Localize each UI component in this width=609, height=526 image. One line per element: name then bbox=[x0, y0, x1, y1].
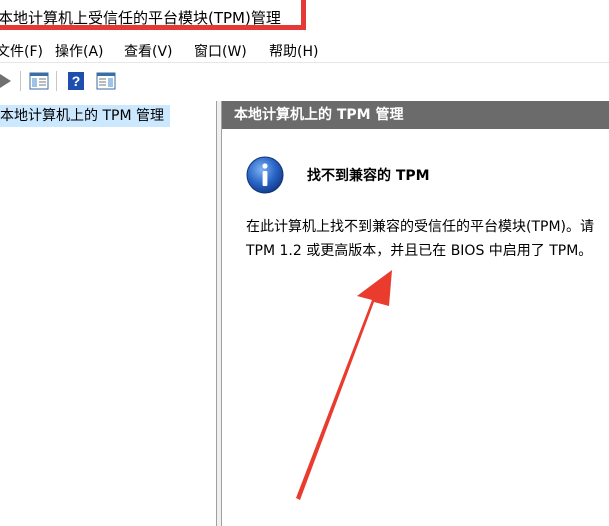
svg-text:?: ? bbox=[72, 73, 81, 89]
forward-icon[interactable] bbox=[0, 70, 16, 92]
tree-item-tpm-management[interactable]: 本地计算机上的 TPM 管理 bbox=[0, 105, 170, 127]
toolbar: ? bbox=[0, 62, 609, 102]
message-title: 找不到兼容的 TPM bbox=[307, 168, 430, 184]
details-pane: 本地计算机上的 TPM 管理 找不到兼容的 TPM 在此计算机上找不到兼容的受信… bbox=[221, 101, 609, 526]
message-text-line-1: 在此计算机上找不到兼容的受信任的平台模块(TPM)。请 bbox=[246, 219, 594, 235]
menu-bar: 文件(F) 操作(A) 查看(V) 窗口(W) 帮助(H) bbox=[0, 38, 609, 62]
message-text-line-2: TPM 1.2 或更高版本，并且已在 BIOS 中启用了 TPM。 bbox=[246, 243, 593, 259]
menu-window[interactable]: 窗口(W) bbox=[194, 41, 247, 61]
info-icon bbox=[245, 155, 285, 195]
menu-action[interactable]: 操作(A) bbox=[55, 41, 104, 61]
details-header: 本地计算机上的 TPM 管理 bbox=[222, 101, 609, 129]
help-icon[interactable]: ? bbox=[65, 70, 87, 92]
toolbar-separator bbox=[20, 71, 21, 91]
menu-help[interactable]: 帮助(H) bbox=[269, 41, 318, 61]
toolbar-separator bbox=[56, 71, 57, 91]
annotation-highlight-box bbox=[0, 0, 306, 30]
console-tree-pane: 本地计算机上的 TPM 管理 bbox=[0, 101, 217, 526]
menu-view[interactable]: 查看(V) bbox=[124, 41, 173, 61]
menu-file[interactable]: 文件(F) bbox=[0, 41, 43, 61]
show-hide-action-pane-icon[interactable] bbox=[95, 70, 117, 92]
show-hide-console-tree-icon[interactable] bbox=[28, 70, 50, 92]
title-bar: 本地计算机上受信任的平台模块(TPM)管理 bbox=[0, 0, 609, 38]
